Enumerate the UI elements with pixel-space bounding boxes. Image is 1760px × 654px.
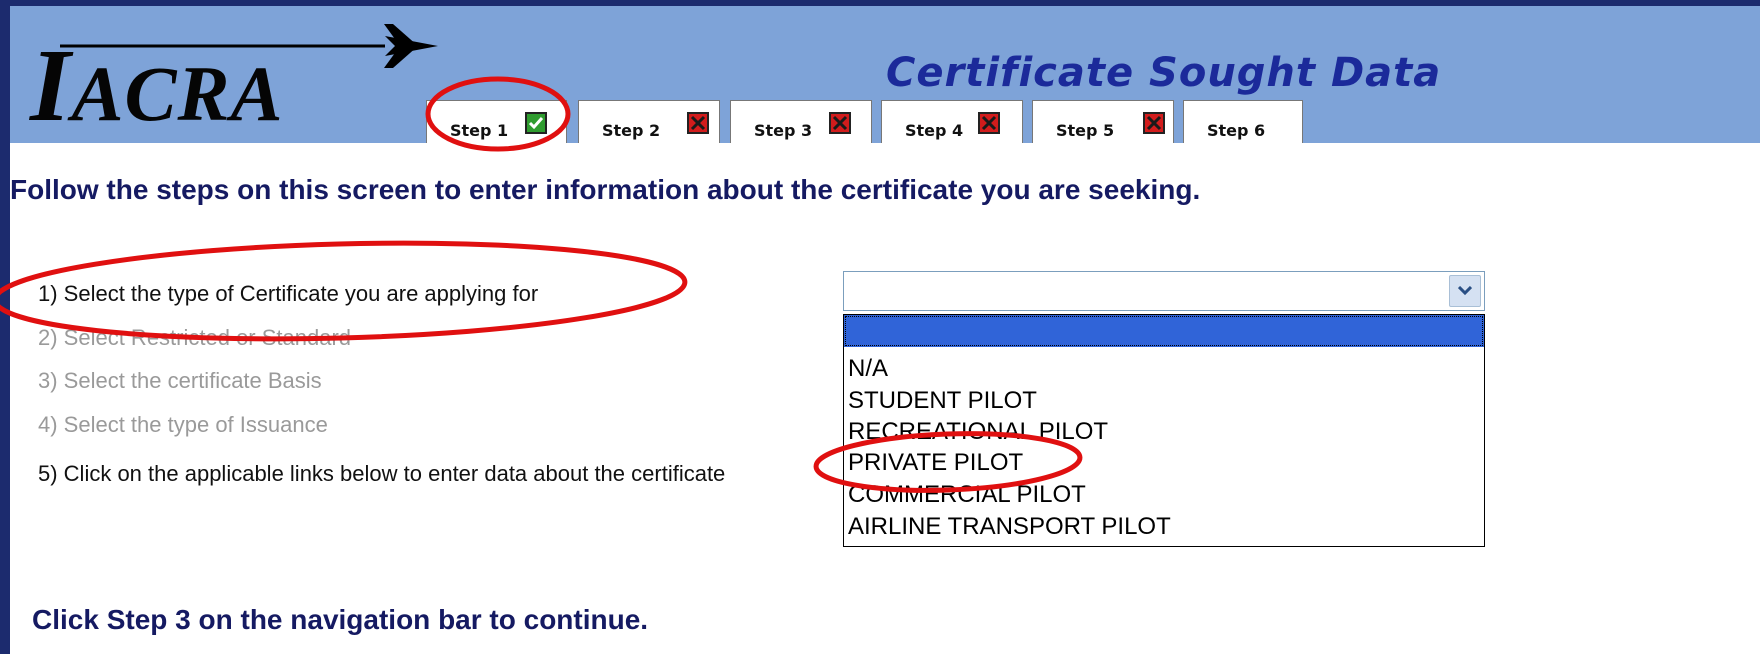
step-4-text: 4) Select the type of Issuance bbox=[38, 412, 328, 437]
tab-step-4[interactable]: Step 4 bbox=[881, 100, 1023, 143]
option-private-pilot[interactable]: PRIVATE PILOT bbox=[844, 447, 1484, 479]
option-blank[interactable] bbox=[844, 315, 1484, 347]
step-5-link[interactable]: 5) Click on the applicable links below t… bbox=[38, 461, 850, 487]
tab-step-1[interactable]: Step 1 bbox=[426, 100, 567, 143]
tab-step-3[interactable]: Step 3 bbox=[730, 100, 872, 143]
option-student-pilot[interactable]: STUDENT PILOT bbox=[844, 385, 1484, 417]
logo-text: ACRA bbox=[71, 50, 284, 137]
instruction-text: Follow the steps on this screen to enter… bbox=[10, 174, 1201, 205]
tab-step-6[interactable]: Step 6 bbox=[1183, 100, 1303, 143]
option-na[interactable]: N/A bbox=[844, 353, 1484, 385]
dropdown-button[interactable] bbox=[1449, 275, 1481, 307]
step-1-text: 1) Select the type of Certificate you ar… bbox=[38, 281, 539, 306]
tab-label: Step 4 bbox=[905, 121, 964, 140]
chevron-down-icon bbox=[1458, 286, 1472, 296]
option-recreational-pilot[interactable]: RECREATIONAL PILOT bbox=[844, 416, 1484, 448]
iacra-logo: IACRA bbox=[30, 34, 284, 139]
x-icon bbox=[1143, 112, 1165, 134]
tab-label: Step 1 bbox=[450, 121, 509, 140]
certificate-type-select[interactable] bbox=[843, 271, 1485, 311]
header-bar: IACRA Certificate Sought Data Step 1 Ste… bbox=[10, 6, 1760, 143]
page-title: Certificate Sought Data bbox=[886, 50, 1442, 96]
continue-instruction: Click Step 3 on the navigation bar to co… bbox=[32, 604, 649, 635]
tab-label: Step 3 bbox=[754, 121, 813, 140]
tab-label: Step 2 bbox=[602, 121, 661, 140]
check-icon bbox=[525, 112, 547, 134]
logo-initial: I bbox=[30, 28, 72, 143]
x-icon bbox=[978, 112, 1000, 134]
x-icon bbox=[829, 112, 851, 134]
tab-step-2[interactable]: Step 2 bbox=[578, 100, 720, 143]
certificate-type-options: N/A STUDENT PILOT RECREATIONAL PILOT PRI… bbox=[843, 314, 1485, 547]
tab-step-5[interactable]: Step 5 bbox=[1032, 100, 1174, 143]
tab-label: Step 5 bbox=[1056, 121, 1115, 140]
tab-label: Step 6 bbox=[1207, 121, 1266, 140]
x-icon bbox=[687, 112, 709, 134]
step-2-text: 2) Select Restricted or Standard bbox=[38, 325, 352, 350]
step-3-text: 3) Select the certificate Basis bbox=[38, 368, 322, 393]
option-commercial-pilot[interactable]: COMMERCIAL PILOT bbox=[844, 479, 1484, 511]
option-airline-transport-pilot[interactable]: AIRLINE TRANSPORT PILOT bbox=[844, 511, 1484, 543]
